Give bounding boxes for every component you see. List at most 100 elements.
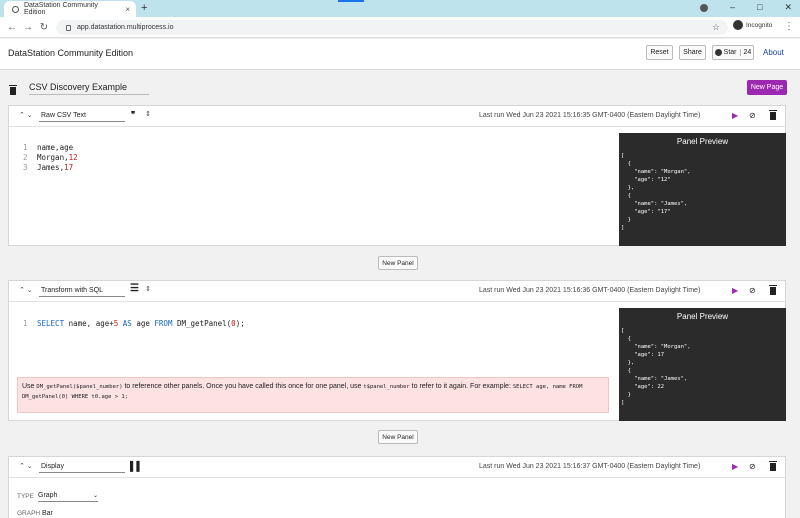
last-run-text: Last run Wed Jun 23 2021 15:16:36 GMT-04… [479, 287, 701, 294]
trash-icon [769, 285, 777, 295]
code-line: 3 James,17 [23, 163, 78, 173]
trash-icon [769, 110, 777, 120]
star-count: 24 [739, 49, 751, 56]
run-panel-icon[interactable]: ▶ [732, 111, 738, 120]
delete-panel-icon[interactable] [769, 461, 777, 473]
code-line: 1 SELECT name, age+5 AS age FROM DM_getPa… [23, 319, 245, 329]
code-text: name, age+ [64, 319, 114, 328]
code-number: 12 [68, 153, 78, 162]
github-star-button[interactable]: Star 24 [712, 45, 754, 60]
line-number: 2 [23, 153, 28, 162]
star-label: Star [723, 49, 737, 56]
last-run-text: Last run Wed Jun 23 2021 15:16:37 GMT-04… [479, 463, 701, 470]
panel-type-select-icon[interactable]: ⇕ [145, 110, 151, 118]
browser-menu-icon[interactable]: ⋮ [784, 21, 794, 32]
window-controls: – □ ✕ [700, 2, 792, 13]
sql-keyword: SELECT [37, 319, 65, 328]
code-editor[interactable]: 1 name,age 2 Morgan,12 3 James,17 [23, 143, 78, 173]
hint-text: to refer to it again. For example: [409, 383, 513, 390]
address-bar[interactable]: app.datastation.multiprocess.io ☆ [56, 20, 728, 35]
panel-header: ⌃ ⌄ Transform with SQL ☰ ⇕ Last run Wed … [9, 281, 785, 302]
run-panel-icon[interactable]: ▶ [732, 462, 738, 471]
run-panel-icon[interactable]: ▶ [732, 286, 738, 295]
move-panel-arrows-icon[interactable]: ⌃ ⌄ [19, 462, 33, 470]
trash-icon [769, 461, 777, 471]
panel-display: ⌃ ⌄ Display ▌▌ Last run Wed Jun 23 2021 … [8, 456, 786, 518]
new-page-button[interactable]: New Page [747, 80, 787, 95]
move-panel-arrows-icon[interactable]: ⌃ ⌄ [19, 286, 33, 294]
maximize-icon[interactable]: □ [757, 2, 762, 13]
code-number: 17 [64, 163, 74, 172]
delete-page-icon[interactable] [9, 85, 17, 95]
hint-text: to reference other panels. Once you have… [122, 383, 364, 390]
code-text: James, [37, 163, 65, 172]
new-panel-button[interactable]: New Panel [378, 256, 418, 270]
delete-panel-icon[interactable] [769, 285, 777, 297]
type-select[interactable]: Graph ⌄ [38, 490, 98, 502]
preview-json: [ { "name": "Morgan", "age": "12" }, { "… [621, 153, 691, 231]
code-text: ); [235, 319, 245, 328]
new-panel-button[interactable]: New Panel [378, 430, 418, 444]
github-icon [714, 49, 722, 56]
code-editor[interactable]: 1 SELECT name, age+5 AS age FROM DM_getPa… [23, 319, 245, 329]
type-value: Graph [38, 492, 58, 499]
bar-chart-icon[interactable]: ▌▌ [130, 461, 143, 471]
hint-text: Use [22, 383, 37, 390]
preview-title: Panel Preview [676, 312, 729, 321]
tab-title: DataStation Community Edition [23, 2, 98, 16]
panel-name-input[interactable]: Display [39, 460, 125, 473]
code-text: DM_getPanel( [172, 319, 232, 328]
code-line: 1 name,age [23, 143, 78, 153]
reset-button[interactable]: Reset [646, 45, 673, 60]
preview-title: Panel Preview [676, 137, 729, 146]
back-icon[interactable]: ← [4, 22, 20, 33]
quote-icon[interactable]: ❞ [131, 110, 135, 119]
panel-preview: Panel Preview [ { "name": "Morgan", "age… [619, 133, 786, 246]
hide-preview-icon[interactable]: ⊘ [749, 462, 756, 471]
panel-name-input[interactable]: Transform with SQL [39, 284, 125, 297]
line-number: 1 [23, 143, 28, 152]
line-number: 1 [23, 319, 28, 328]
panel-name-input[interactable]: Raw CSV Text [39, 109, 125, 122]
code-text: Morgan, [37, 153, 69, 162]
new-tab-button[interactable]: + [141, 2, 147, 14]
database-icon[interactable]: ☰ [130, 283, 139, 294]
preview-json: [ { "name": "Morgan", "age": 17 }, { "na… [621, 328, 691, 406]
sql-keyword: AS [118, 319, 132, 328]
about-link[interactable]: About [763, 48, 784, 57]
browser-tab[interactable]: DataStation Community Edition × [4, 1, 136, 17]
panel-header: ⌃ ⌄ Display ▌▌ Last run Wed Jun 23 2021 … [9, 457, 785, 478]
browser-tabstrip: DataStation Community Edition × + – □ ✕ [0, 0, 800, 17]
page-title-input[interactable]: CSV Discovery Example [29, 80, 149, 95]
hint-code: DM_getPanel($panel_number) [36, 384, 123, 390]
panel-type-select-icon[interactable]: ⇕ [145, 285, 151, 293]
record-icon[interactable] [700, 4, 708, 12]
move-panel-arrows-icon[interactable]: ⌃ ⌄ [19, 111, 33, 119]
browser-toolbar: ← → ↻ app.datastation.multiprocess.io ☆ … [0, 17, 800, 38]
delete-panel-icon[interactable] [769, 110, 777, 122]
close-window-icon[interactable]: ✕ [784, 2, 792, 13]
close-tab-icon[interactable]: × [125, 5, 130, 14]
globe-icon [12, 5, 19, 13]
type-label: TYPE [17, 493, 34, 500]
chevron-down-icon: ⌄ [92, 493, 98, 499]
tab-indicator [338, 0, 364, 2]
forward-icon[interactable]: → [20, 22, 36, 33]
code-line: 2 Morgan,12 [23, 153, 78, 163]
minimize-icon[interactable]: – [730, 2, 735, 13]
app-title: DataStation Community Edition [8, 48, 134, 58]
last-run-text: Last run Wed Jun 23 2021 15:16:35 GMT-04… [479, 112, 701, 119]
line-number: 3 [23, 163, 28, 172]
share-button[interactable]: Share [679, 45, 706, 60]
bookmark-star-icon[interactable]: ☆ [712, 22, 720, 33]
hide-preview-icon[interactable]: ⊘ [749, 111, 756, 120]
incognito-icon [733, 20, 743, 30]
panel-preview: Panel Preview [ { "name": "Morgan", "age… [619, 308, 786, 421]
incognito-indicator[interactable]: Incognito [733, 20, 772, 30]
hide-preview-icon[interactable]: ⊘ [749, 286, 756, 295]
incognito-label: Incognito [746, 21, 773, 29]
code-text: name,age [37, 143, 74, 152]
reload-icon[interactable]: ↻ [36, 22, 52, 33]
panel-header: ⌃ ⌄ Raw CSV Text ❞ ⇕ Last run Wed Jun 23… [9, 106, 785, 127]
lock-icon [66, 24, 71, 31]
